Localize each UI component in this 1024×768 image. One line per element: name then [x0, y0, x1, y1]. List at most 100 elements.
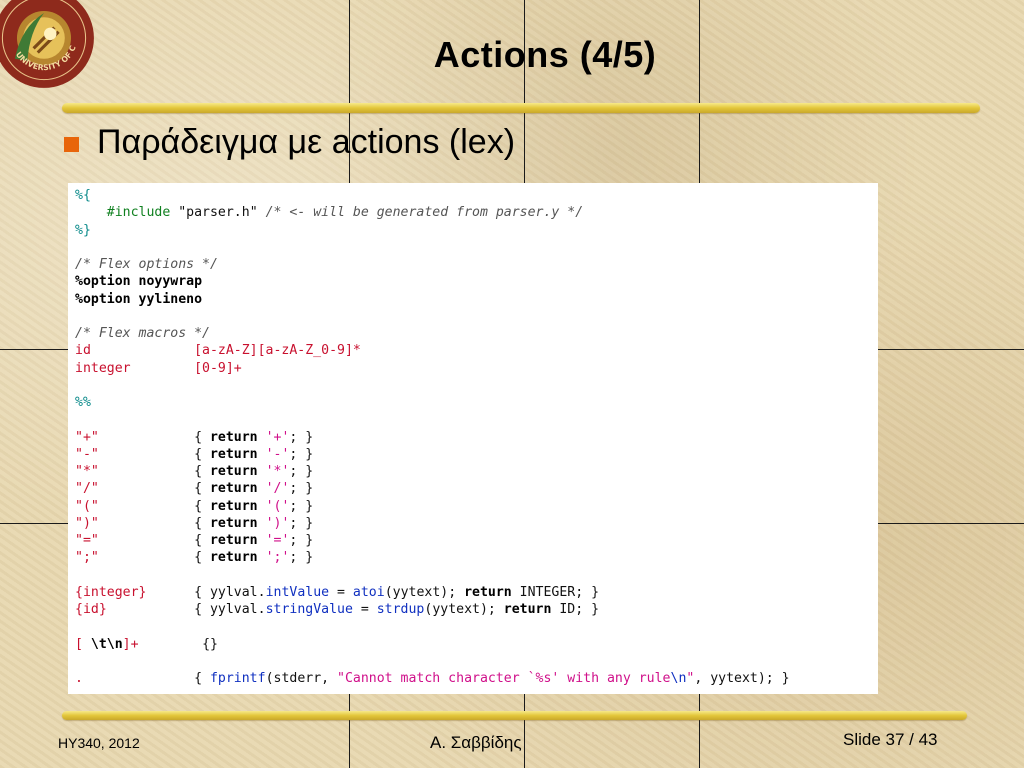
- code-token: {}: [202, 636, 218, 652]
- footer-course: HY340, 2012: [58, 735, 140, 751]
- bullet-text: Παράδειγμα με actions (lex): [97, 123, 516, 161]
- code-token: ";": [75, 550, 195, 566]
- code-token: %option noyywrap: [75, 274, 203, 290]
- code-token: '-': [265, 446, 290, 462]
- bullet-square-icon: [64, 137, 79, 152]
- code-token: {: [194, 481, 210, 497]
- code-line: integer [0-9]+: [75, 360, 790, 377]
- code-token: ; }: [289, 515, 314, 531]
- code-token: ; }: [289, 498, 314, 514]
- code-token: /* Flex options */: [75, 257, 218, 272]
- code-line: %}: [75, 222, 790, 239]
- code-line: "/" { return '/'; }: [75, 480, 790, 497]
- code-token: atoi: [352, 584, 385, 600]
- code-token: return: [503, 602, 560, 617]
- code-line: "-" { return '-'; }: [75, 446, 790, 463]
- slide-title: Actions (4/5): [433, 34, 657, 75]
- code-token: return: [209, 464, 266, 479]
- code-token: {: [194, 446, 210, 462]
- code-token: "parser.h": [178, 205, 266, 221]
- code-token: "(": [75, 498, 195, 514]
- footer-slide-number: Slide 37 / 43: [843, 730, 938, 749]
- code-line: "*" { return '*'; }: [75, 463, 790, 480]
- code-token: %%: [75, 395, 91, 410]
- code-line: %{: [75, 187, 790, 204]
- code-token: ")": [75, 515, 195, 531]
- code-token: =: [329, 584, 353, 600]
- code-token: {integer}: [75, 584, 195, 600]
- code-token: "/": [75, 481, 195, 497]
- footer-rule: [62, 711, 967, 720]
- code-line: /* Flex options */: [75, 256, 790, 273]
- code-token: ; }: [289, 533, 314, 548]
- code-line: . { fprintf(stderr, "Cannot match charac…: [75, 670, 790, 687]
- code-token: strdup: [376, 602, 425, 617]
- code-line: "(" { return '('; }: [75, 498, 790, 515]
- code-token: [0-9]+: [194, 360, 242, 376]
- code-token: ; }: [289, 429, 314, 445]
- code-listing: %{ #include "parser.h" /* <- will be gen…: [68, 183, 878, 694]
- code-token: /* Flex macros */: [75, 326, 210, 341]
- code-line: %option yylineno: [75, 291, 790, 308]
- code-token: "+": [75, 429, 195, 445]
- code-token: '(': [265, 498, 290, 514]
- code-token: return: [209, 429, 266, 445]
- code-token: { yylval.: [194, 602, 266, 617]
- code-token: intValue: [265, 584, 330, 600]
- code-line: "+" { return '+'; }: [75, 429, 790, 446]
- code-token: INTEGER; }: [519, 584, 600, 600]
- code-token: ; }: [289, 464, 314, 479]
- code-line: ";" { return ';'; }: [75, 549, 790, 566]
- code-line: {id} { yylval.stringValue = strdup(yytex…: [75, 601, 790, 618]
- code-token: return: [209, 515, 266, 531]
- code-token: , yytext); }: [694, 671, 790, 686]
- code-line: %%: [75, 394, 790, 411]
- code-token: integer: [75, 360, 195, 376]
- code-token: ';': [265, 550, 290, 566]
- code-token: %{: [75, 188, 91, 203]
- code-token: "Cannot match character `%s' with any ru…: [337, 671, 671, 686]
- code-token: return: [464, 584, 520, 600]
- code-token: ; }: [289, 550, 314, 566]
- code-token: '+': [265, 429, 290, 445]
- code-token: ]+: [122, 636, 203, 652]
- code-token: \n: [670, 671, 687, 686]
- code-line: id [a-zA-Z][a-zA-Z_0-9]*: [75, 342, 790, 359]
- code-token: {: [194, 671, 210, 686]
- code-token: %option yylineno: [75, 291, 203, 307]
- code-token: ; }: [289, 446, 314, 462]
- code-line: #include "parser.h" /* <- will be genera…: [75, 204, 790, 221]
- code-token: {: [194, 498, 210, 514]
- code-token: [a-zA-Z][a-zA-Z_0-9]*: [194, 343, 361, 359]
- code-token: {: [194, 464, 210, 479]
- title-underline-rule: [62, 103, 980, 113]
- code-line: [ \t\n]+ {}: [75, 636, 790, 653]
- code-token: {: [194, 515, 210, 531]
- code-token: "=": [75, 533, 195, 548]
- code-line: {integer} { yylval.intValue = atoi(yytex…: [75, 584, 790, 601]
- code-token: [: [75, 636, 91, 652]
- code-token: {: [194, 429, 210, 445]
- code-token: .: [75, 671, 195, 686]
- code-token: return: [209, 533, 266, 548]
- code-token: %}: [75, 222, 91, 238]
- code-token: return: [209, 550, 266, 566]
- footer-author: Α. Σαββίδης: [430, 733, 522, 752]
- code-block: %{ #include "parser.h" /* <- will be gen…: [75, 187, 790, 687]
- code-token: '*': [265, 464, 290, 479]
- code-token: return: [209, 481, 266, 497]
- code-token: return: [209, 498, 266, 514]
- code-token: '/': [265, 481, 290, 497]
- code-token: stringValue: [265, 602, 353, 617]
- code-token: /* <- will be generated from parser.y */: [265, 205, 584, 221]
- code-token: fprintf: [209, 671, 266, 686]
- code-token: (stderr,: [265, 671, 338, 686]
- code-token: (yytext);: [384, 584, 465, 600]
